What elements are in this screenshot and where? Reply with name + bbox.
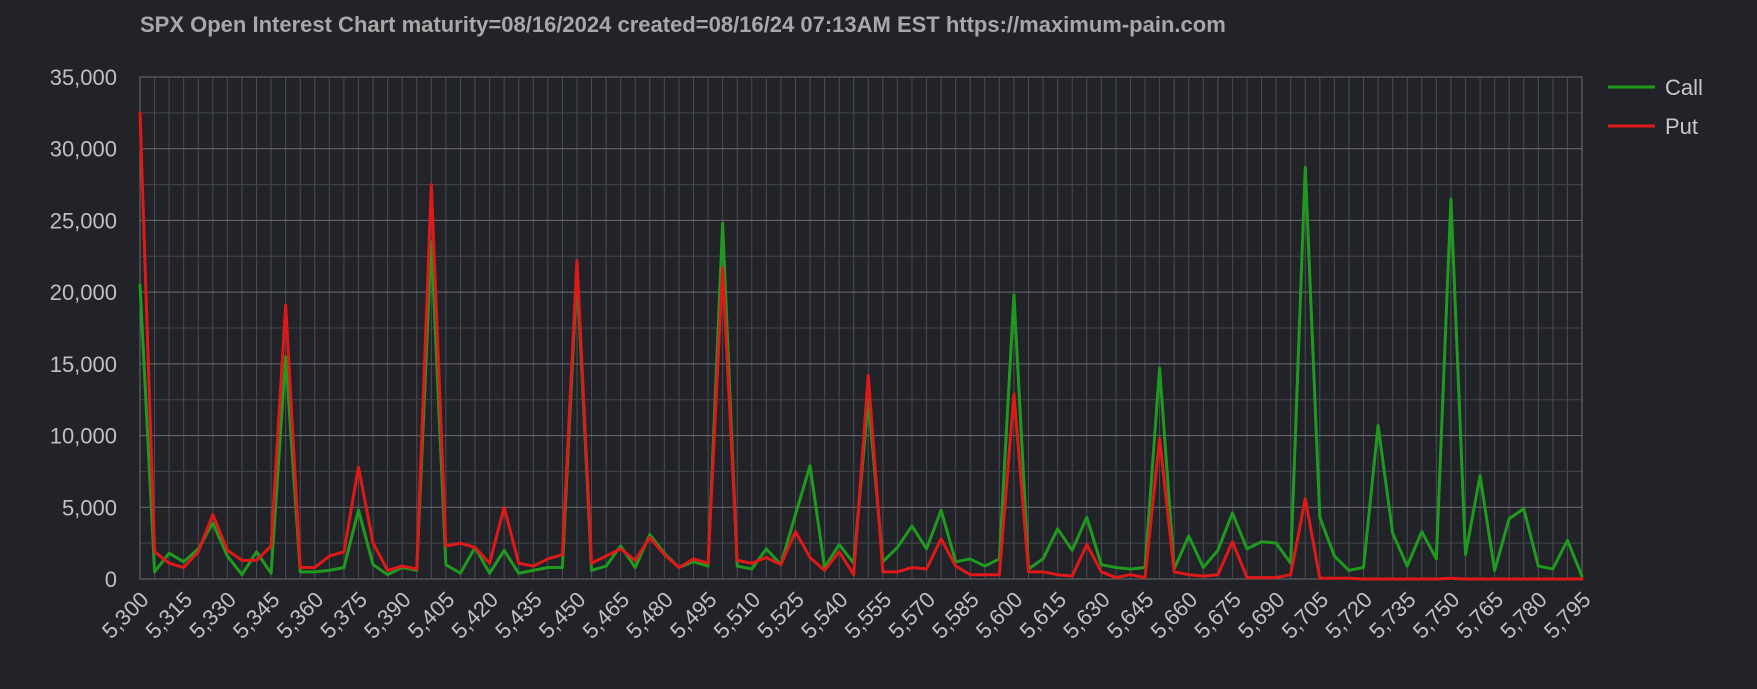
y-tick-label: 35,000 (50, 65, 117, 90)
y-tick-label: 5,000 (62, 495, 117, 520)
legend-label-put: Put (1665, 114, 1698, 139)
y-tick-label: 0 (105, 567, 117, 592)
chart-title: SPX Open Interest Chart maturity=08/16/2… (140, 12, 1226, 37)
y-tick-label: 15,000 (50, 352, 117, 377)
open-interest-chart: SPX Open Interest Chart maturity=08/16/2… (0, 0, 1757, 689)
legend-label-call: Call (1665, 75, 1703, 100)
y-tick-label: 25,000 (50, 208, 117, 233)
chart-background (0, 0, 1757, 689)
y-tick-label: 10,000 (50, 424, 117, 449)
y-tick-label: 20,000 (50, 280, 117, 305)
y-tick-label: 30,000 (50, 137, 117, 162)
